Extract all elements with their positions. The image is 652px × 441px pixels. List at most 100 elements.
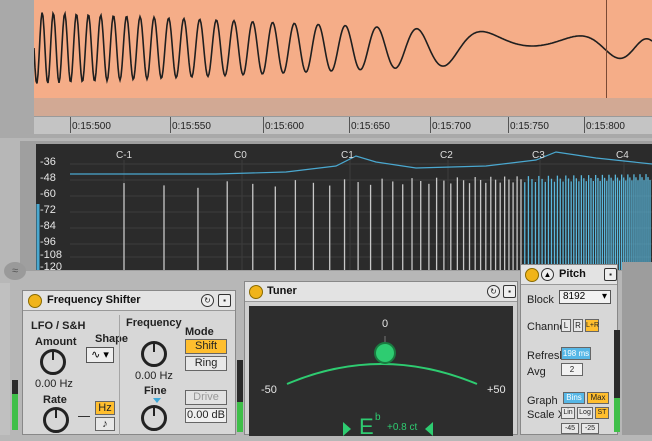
block-label: Block [527, 294, 554, 306]
device-title: Frequency Shifter [47, 294, 141, 306]
amount-value[interactable]: 0.00 Hz [35, 378, 73, 390]
graph-label: Graph [527, 395, 558, 407]
expand-icon[interactable]: ▲ [541, 268, 554, 281]
rate-hz-button[interactable]: Hz [95, 401, 115, 415]
waveform-line [33, 10, 652, 84]
scale-x-lin-button[interactable]: Lin [561, 407, 575, 419]
scale-x-st-button[interactable]: ST [595, 407, 609, 419]
hot-swap-icon[interactable]: ↻ [487, 285, 500, 298]
flat-arrow-icon [343, 422, 351, 436]
wave-tool-icon[interactable]: ≈ [4, 262, 26, 280]
tuner-header: Tuner ↻ ▪ [245, 282, 517, 302]
graph-max-button[interactable]: Max [587, 392, 609, 404]
range-min-field[interactable]: -45 [561, 423, 579, 434]
save-preset-icon[interactable]: ▪ [503, 285, 516, 298]
drive-value-field[interactable]: 0.00 dB [185, 408, 227, 423]
frequency-shifter-device: Frequency Shifter ↻ ▪ LFO / S&H Amount 0… [22, 290, 236, 435]
channel-lr-button[interactable]: L+R [585, 319, 599, 332]
graph-bins-button[interactable]: Bins [563, 392, 585, 404]
spectrum-panel: -36 -48 -60 -72 -84 -96 -108 -120 C-1 C0… [20, 141, 652, 273]
range-max-field[interactable]: -25 [581, 423, 599, 434]
frequency-knob[interactable] [141, 341, 167, 367]
waveform-panel: 0:15:500 0:15:550 0:15:600 0:15:650 0:15… [0, 0, 652, 138]
shape-label: Shape [95, 333, 129, 345]
note-label: C1 [341, 150, 354, 161]
note-label: C4 [616, 150, 629, 161]
mode-ring-button[interactable]: Ring [185, 356, 227, 371]
drive-button[interactable]: Drive [185, 390, 227, 405]
avg-value[interactable]: 2 [561, 363, 583, 376]
note-label: C3 [532, 150, 545, 161]
waveform-trace [33, 10, 652, 84]
db-label: -36 [40, 156, 56, 168]
sharp-arrow-icon [425, 422, 433, 436]
db-label: -120 [40, 261, 63, 273]
device-title: Pitch [559, 268, 586, 280]
mode-label: Mode [185, 326, 214, 338]
tuner-meter [286, 336, 478, 385]
timeline-tick: 0:15:600 [265, 121, 304, 132]
db-label: -84 [40, 220, 56, 232]
tuner-note: E [359, 414, 374, 439]
shifter-output-meter [237, 360, 243, 432]
tuner-scale-left: -50 [261, 384, 277, 396]
note-label: C-1 [116, 150, 133, 161]
power-button[interactable] [28, 294, 42, 308]
note-label: C0 [234, 150, 247, 161]
tuner-device: Tuner ↻ ▪ 0 -50 +50 E b +0.8 ct [244, 281, 518, 439]
chevron-down-icon: ▾ [601, 291, 607, 302]
tuner-display: 0 -50 +50 E b +0.8 ct [249, 306, 513, 439]
hot-swap-icon[interactable]: ↻ [201, 294, 214, 307]
rate-knob[interactable] [43, 407, 69, 433]
waveform-display[interactable] [33, 0, 652, 98]
device-title: Tuner [267, 285, 297, 297]
scale-x-log-button[interactable]: Log [577, 407, 593, 419]
amount-label: Amount [35, 336, 77, 348]
mode-shift-button[interactable]: Shift [185, 339, 227, 354]
timeline-tick: 0:15:650 [351, 121, 390, 132]
timeline-tick: 0:15:500 [72, 121, 111, 132]
avg-label: Avg [527, 366, 546, 378]
fine-knob[interactable] [141, 405, 167, 431]
spectrum-display[interactable]: -36 -48 -60 -72 -84 -96 -108 -120 C-1 C0… [36, 144, 652, 273]
left-strip [0, 283, 10, 435]
spectrum-envelope [70, 151, 652, 175]
frequency-shifter-header: Frequency Shifter ↻ ▪ [23, 291, 235, 311]
frequency-label: Frequency [126, 317, 182, 329]
timeline-tick: 0:15:800 [586, 121, 625, 132]
right-panel-edge [622, 262, 652, 435]
timeline-tick: 0:15:550 [172, 121, 211, 132]
fine-indicator-icon [153, 398, 161, 403]
frequency-value[interactable]: 0.00 Hz [135, 370, 173, 382]
power-button[interactable] [249, 285, 263, 299]
timeline-tick: 0:15:700 [432, 121, 471, 132]
rate-divider [78, 416, 90, 417]
rate-label: Rate [43, 394, 67, 406]
db-label: -108 [40, 249, 63, 261]
save-preset-icon[interactable]: ▪ [218, 294, 231, 307]
tuner-cents: +0.8 ct [387, 422, 418, 433]
block-select[interactable]: 8192 ▾ [559, 290, 611, 304]
playhead-marker [606, 0, 607, 98]
refresh-label: Refresh [527, 350, 566, 362]
channel-l-button[interactable]: L [561, 319, 571, 332]
refresh-value[interactable]: 198 ms [561, 347, 591, 360]
rate-sync-button[interactable]: ♪ [95, 417, 115, 431]
section-divider [119, 315, 120, 435]
power-button[interactable] [525, 268, 539, 282]
lfo-section-label: LFO / S&H [31, 320, 86, 332]
scale-x-label: Scale X [527, 409, 565, 421]
amount-knob[interactable] [40, 349, 66, 375]
pitch-header: ▲ Pitch ▪ [521, 265, 617, 285]
db-label: -48 [40, 172, 56, 184]
pitch-device: ▲ Pitch ▪ Block 8192 ▾ Channel L R L+R R… [520, 264, 618, 435]
spectrum-graph [36, 151, 652, 270]
channel-r-button[interactable]: R [573, 319, 583, 332]
shape-selector[interactable]: ∿ ▾ [86, 347, 114, 363]
timeline-tick: 0:15:750 [510, 121, 549, 132]
block-value: 8192 [563, 291, 586, 302]
timeline-ruler[interactable]: 0:15:500 0:15:550 0:15:600 0:15:650 0:15… [34, 116, 652, 134]
sine-wave-icon: ∿ ▾ [91, 349, 109, 361]
save-preset-icon[interactable]: ▪ [604, 268, 617, 281]
pitch-output-meter [614, 330, 620, 432]
